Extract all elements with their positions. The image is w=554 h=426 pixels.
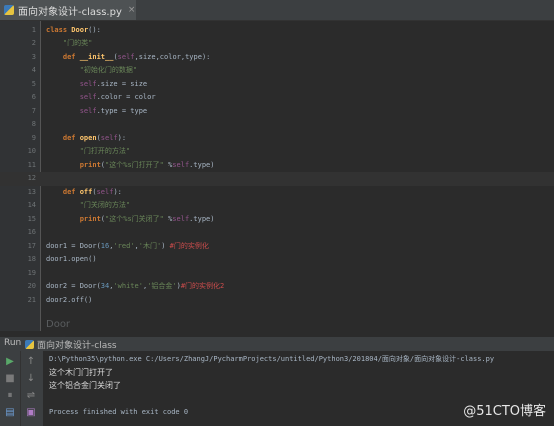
code-line[interactable]: 15 print("这个%s门关闭了" %self.type) (0, 213, 554, 227)
code-line[interactable]: 11 print("这个%s门打开了" %self.type) (0, 159, 554, 173)
code-line[interactable]: 4 "初始化门的数据" (0, 64, 554, 78)
stop-icon[interactable]: ■ (4, 373, 16, 385)
run-toolbar-left: ▶ ■ ⏸ ▤ (0, 351, 20, 426)
code-line[interactable]: 7 self.type = type (0, 105, 554, 119)
code-text: "门关闭的方法" (79, 201, 131, 209)
code-line[interactable]: 3 def __init__(self,size,color,type): (0, 51, 554, 65)
console-output-line: 这个木门门打开了 (49, 368, 113, 377)
code-line[interactable]: 12 (0, 172, 554, 186)
line-number: 16 (27, 228, 36, 236)
watermark: @51CTO博客 (463, 404, 546, 419)
close-icon[interactable]: × (128, 5, 136, 15)
python-file-icon (4, 5, 14, 15)
code-text: "门的类" (62, 39, 93, 47)
code-line[interactable]: 6 self.color = color (0, 91, 554, 105)
run-toolbar-right: ↑ ↓ ⇌ ▣ (20, 351, 43, 426)
code-text: def off(self): (62, 187, 122, 196)
pause-icon[interactable]: ⏸ (4, 390, 16, 402)
breadcrumb[interactable]: Door (46, 319, 70, 330)
code-line[interactable]: 18 door1.open() (0, 253, 554, 267)
line-number: 19 (27, 268, 36, 277)
scroll-down-icon[interactable]: ↓ (25, 373, 37, 385)
code-line[interactable]: 13 def off(self): (0, 186, 554, 200)
code-text: self.type = type (79, 106, 148, 115)
code-editor[interactable]: 1 class Door(): 2 "门的类" 3 def __init__(self… (0, 21, 554, 331)
line-number: 1 (31, 25, 36, 34)
line-number: 7 (31, 106, 36, 115)
line-number: 8 (31, 120, 36, 128)
code-line[interactable]: 5 self.size = size (0, 78, 554, 92)
code-line[interactable]: 14 "门关闭的方法" (0, 199, 554, 213)
line-number: 18 (27, 255, 36, 263)
code-text: self.size = size (79, 79, 148, 88)
code-line[interactable]: 9 def open(self): (0, 132, 554, 146)
code-line[interactable]: 20 door2 = Door(34,'white','铝合金')#门的实例化2 (0, 280, 554, 294)
line-number: 15 (27, 214, 36, 223)
console-exit-message: Process finished with exit code 0 (49, 408, 189, 416)
code-text: def __init__(self,size,color,type): (62, 52, 211, 61)
line-number: 5 (31, 79, 36, 88)
code-line[interactable]: 1 class Door(): (0, 24, 554, 38)
run-tool-header: Run 面向对象设计-class (0, 336, 554, 352)
editor-tab-bar: 面向对象设计-class.py × (0, 0, 554, 21)
python-run-icon (25, 340, 34, 349)
line-number: 9 (31, 133, 36, 142)
code-text: door2.off() (46, 295, 93, 304)
run-label: Run (4, 338, 22, 348)
line-number: 20 (27, 282, 36, 290)
code-line[interactable]: 19 (0, 267, 554, 281)
line-number: 3 (31, 52, 36, 61)
line-number: 4 (31, 66, 36, 74)
print-icon[interactable]: ▣ (25, 407, 37, 419)
code-text: print("这个%s门关闭了" %self.type) (79, 214, 215, 223)
scroll-up-icon[interactable]: ↑ (25, 356, 37, 368)
editor-tab[interactable]: 面向对象设计-class.py × (0, 0, 136, 20)
code-text: door1 = Door(16,'red','木门') #门的实例化 (46, 241, 209, 250)
code-text: def open(self): (62, 133, 127, 142)
code-text: class Door(): (46, 25, 101, 34)
code-line[interactable]: 21 door2.off() (0, 294, 554, 308)
code-text: door1.open() (46, 255, 97, 263)
code-text: self.color = color (79, 93, 156, 101)
rerun-icon[interactable]: ▶ (4, 356, 16, 368)
code-text: print("这个%s门打开了" %self.type) (79, 160, 215, 169)
console-output-line: 这个铝合金门关闭了 (49, 381, 121, 390)
line-number: 11 (27, 160, 36, 169)
line-number: 21 (27, 295, 36, 304)
console-command: D:\Python35\python.exe C:/Users/ZhangJ/P… (49, 355, 495, 363)
line-number: 17 (27, 241, 36, 250)
code-line[interactable]: 8 (0, 118, 554, 132)
restore-layout-icon[interactable]: ▤ (4, 407, 16, 419)
line-number: 13 (27, 187, 36, 196)
line-number: 6 (31, 93, 36, 101)
code-text: door2 = Door(34,'white','铝合金')#门的实例化2 (46, 282, 225, 290)
code-line[interactable]: 10 "门打开的方法" (0, 145, 554, 159)
line-number: 2 (31, 39, 36, 47)
code-line[interactable]: 2 "门的类" (0, 37, 554, 51)
tab-title: 面向对象设计-class.py (18, 6, 122, 18)
code-text: "初始化门的数据" (79, 66, 138, 74)
code-line[interactable]: 17 door1 = Door(16,'red','木门') #门的实例化 (0, 240, 554, 254)
code-line[interactable]: 16 (0, 226, 554, 240)
run-config-name: 面向对象设计-class (37, 341, 117, 351)
line-number: 12 (27, 174, 36, 182)
soft-wrap-icon[interactable]: ⇌ (25, 390, 37, 402)
code-text: "门打开的方法" (79, 147, 131, 155)
line-number: 10 (27, 147, 36, 155)
line-number: 14 (27, 201, 36, 209)
